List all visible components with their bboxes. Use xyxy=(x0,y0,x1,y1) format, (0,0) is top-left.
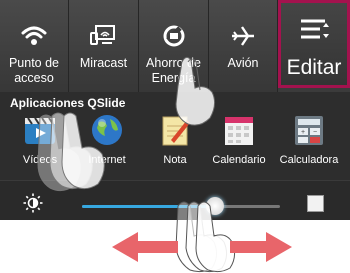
edit-quick-settings-button[interactable]: Editar xyxy=(278,0,350,88)
quick-toggle-miracast[interactable]: Miracast xyxy=(69,0,139,92)
app-label: Nota xyxy=(163,154,187,166)
globe-icon xyxy=(92,115,122,145)
app-label: Calculadora xyxy=(279,154,339,166)
airplane-icon xyxy=(232,26,254,46)
qslide-app-internet[interactable]: Internet xyxy=(74,114,140,174)
left-arrow-icon xyxy=(112,232,178,262)
swipe-arrows xyxy=(112,232,292,262)
app-label: Vídeos xyxy=(22,154,58,166)
quick-toggle-label: Avión xyxy=(227,56,259,70)
video-icon xyxy=(25,117,55,144)
notification-panel: Punto de acceso Miracast Ahorro de Energ… xyxy=(0,0,350,220)
quick-toggle-label: Ahorro de Energía xyxy=(146,56,201,85)
quick-toggle-battery-saver[interactable]: Ahorro de Energía xyxy=(139,0,209,92)
brightness-slider[interactable] xyxy=(82,205,280,208)
note-icon xyxy=(162,116,190,146)
calculator-icon: + − xyxy=(295,116,323,145)
app-label: Internet xyxy=(88,154,126,166)
brightness-row xyxy=(0,180,350,220)
qslide-app-calculator[interactable]: + − Calculadora xyxy=(276,114,342,174)
miracast-icon xyxy=(89,25,115,45)
edit-list-icon xyxy=(301,19,329,39)
quick-toggle-label: Miracast xyxy=(79,56,128,70)
svg-text:+: + xyxy=(301,129,305,136)
auto-brightness-checkbox[interactable] xyxy=(307,195,324,212)
brightness-slider-thumb[interactable] xyxy=(205,197,224,215)
brightness-icon xyxy=(23,193,43,213)
quick-toggle-label: Punto de acceso xyxy=(8,56,60,85)
calendar-icon xyxy=(225,117,253,145)
qslide-app-note[interactable]: Nota xyxy=(142,114,208,174)
edit-label: Editar xyxy=(286,56,342,79)
right-arrow-icon xyxy=(230,232,292,262)
quick-toggle-airplane[interactable]: Avión xyxy=(209,0,278,92)
quick-toggle-hotspot[interactable]: Punto de acceso xyxy=(0,0,69,92)
wifi-hotspot-icon xyxy=(21,26,47,45)
app-label: Calendario xyxy=(212,154,266,166)
qslide-app-videos[interactable]: Vídeos xyxy=(7,114,73,174)
svg-text:−: − xyxy=(313,129,317,136)
qslide-section-title: Aplicaciones QSlide xyxy=(10,96,126,110)
battery-saver-icon xyxy=(163,25,184,47)
qslide-app-calendar[interactable]: Calendario xyxy=(206,114,272,174)
brightness-slider-fill xyxy=(82,205,215,208)
quick-settings-row: Punto de acceso Miracast Ahorro de Energ… xyxy=(0,0,350,92)
